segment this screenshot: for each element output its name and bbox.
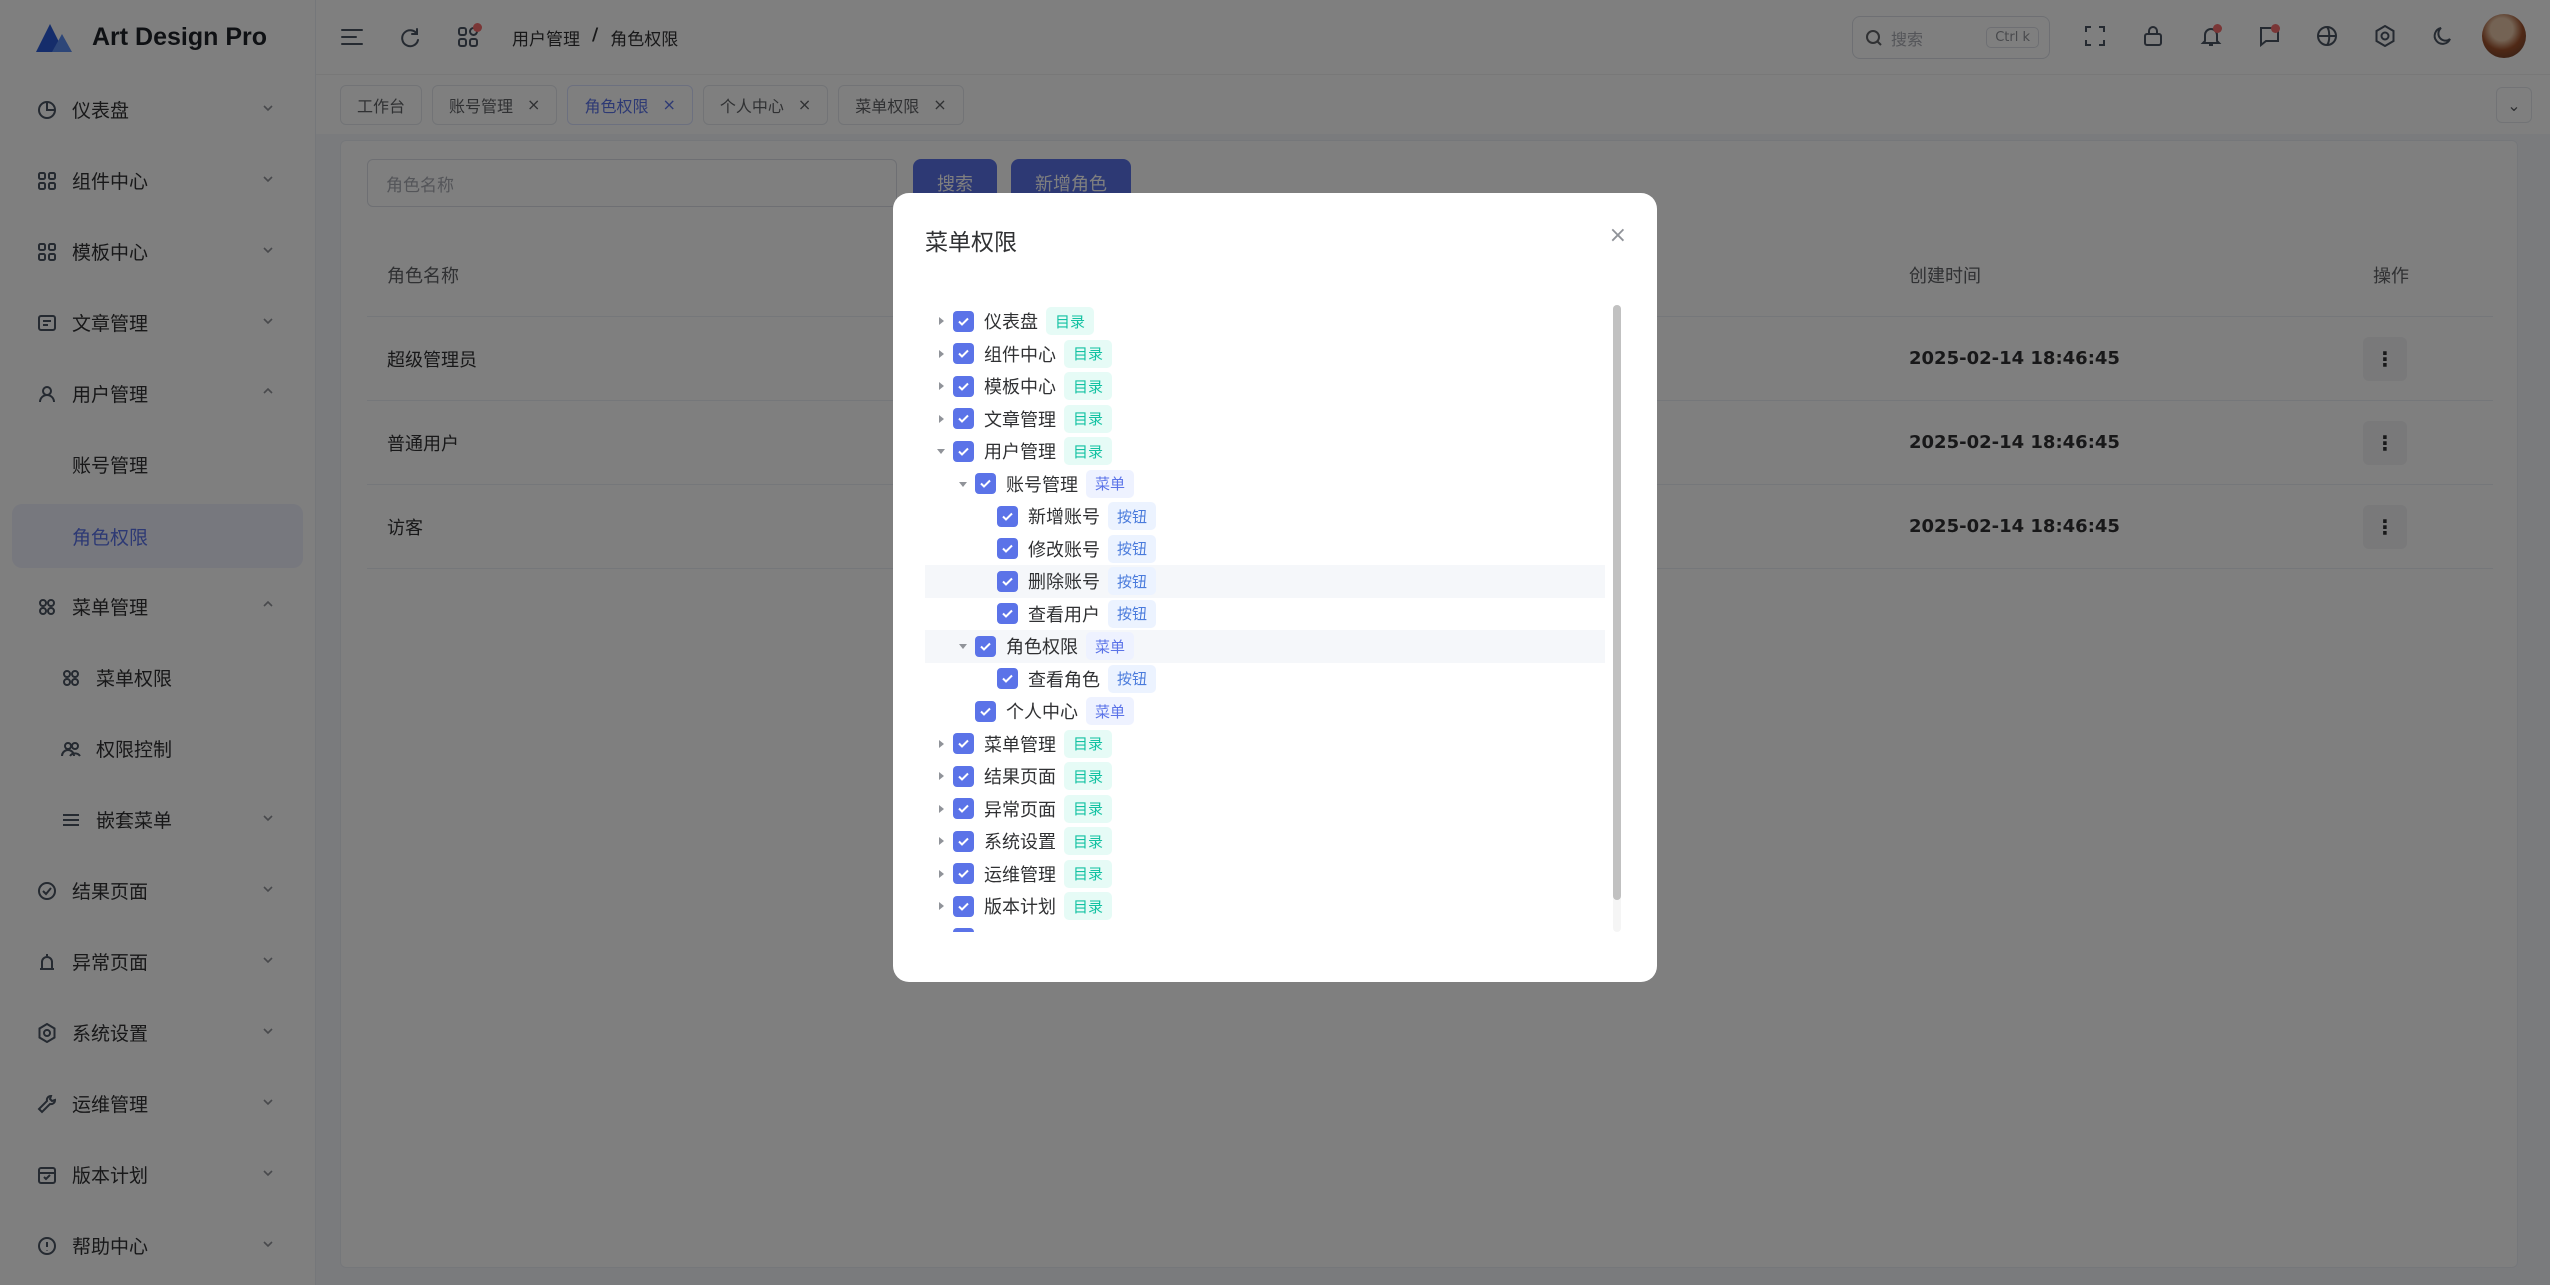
checkbox-checked[interactable] xyxy=(953,895,974,917)
tree-node[interactable]: 运维管理 目录 xyxy=(925,858,1605,891)
node-type-tag: 按钮 xyxy=(1108,534,1157,563)
node-type-tag: 菜单 xyxy=(1086,632,1135,661)
tree-node-label: 系统设置 xyxy=(984,832,1056,854)
tree-node-partial xyxy=(925,923,1605,932)
checkbox-checked[interactable] xyxy=(997,668,1018,690)
tree-node[interactable]: 账号管理 菜单 xyxy=(925,468,1605,501)
caret-right-icon[interactable] xyxy=(933,901,949,911)
checkbox-checked[interactable] xyxy=(953,408,974,430)
tree-node[interactable]: 文章管理 目录 xyxy=(925,403,1605,436)
node-type-tag: 目录 xyxy=(1064,404,1113,433)
caret-right-icon[interactable] xyxy=(933,869,949,879)
checkbox-checked[interactable] xyxy=(975,700,996,722)
tree-node[interactable]: 模板中心 目录 xyxy=(925,370,1605,403)
tree-node[interactable]: 角色权限 菜单 xyxy=(925,630,1605,663)
checkbox-checked[interactable] xyxy=(953,798,974,820)
checkbox-checked[interactable] xyxy=(975,473,996,495)
tree-node-label: 模板中心 xyxy=(984,377,1056,399)
node-type-tag: 目录 xyxy=(1064,437,1113,466)
tree-node[interactable]: 系统设置 目录 xyxy=(925,825,1605,858)
checkbox-checked[interactable] xyxy=(997,505,1018,527)
caret-right-icon[interactable] xyxy=(933,804,949,814)
checkbox-checked[interactable] xyxy=(953,830,974,852)
tree-node[interactable]: 查看用户 按钮 xyxy=(925,598,1605,631)
tree-node-label: 结果页面 xyxy=(984,767,1056,789)
tree-node-label: 菜单管理 xyxy=(984,734,1056,756)
close-icon[interactable]: × xyxy=(1609,223,1627,248)
node-type-tag: 目录 xyxy=(1064,762,1113,791)
tree-node-label: 个人中心 xyxy=(1006,702,1078,724)
tree-node-label: 仪表盘 xyxy=(984,312,1038,334)
tree-node[interactable]: 仪表盘 目录 xyxy=(925,305,1605,338)
node-type-tag: 按钮 xyxy=(1108,599,1157,628)
checkbox-checked[interactable] xyxy=(953,863,974,885)
node-type-tag: 按钮 xyxy=(1108,502,1157,531)
checkbox-checked[interactable] xyxy=(953,765,974,787)
tree-node[interactable]: 个人中心 菜单 xyxy=(925,695,1605,728)
node-type-tag: 目录 xyxy=(1046,307,1095,336)
caret-right-icon[interactable] xyxy=(933,349,949,359)
caret-down-icon[interactable] xyxy=(933,446,949,456)
tree-node-label: 异常页面 xyxy=(984,799,1056,821)
caret-right-icon[interactable] xyxy=(933,771,949,781)
caret-right-icon[interactable] xyxy=(933,836,949,846)
caret-right-icon[interactable] xyxy=(933,316,949,326)
checkbox-checked[interactable] xyxy=(953,375,974,397)
tree-node-label: 版本计划 xyxy=(984,897,1056,919)
tree-node[interactable]: 组件中心 目录 xyxy=(925,338,1605,371)
tree-node[interactable]: 异常页面 目录 xyxy=(925,793,1605,826)
tree-node[interactable]: 用户管理 目录 xyxy=(925,435,1605,468)
node-type-tag: 目录 xyxy=(1064,892,1113,921)
node-type-tag: 目录 xyxy=(1064,372,1113,401)
caret-down-icon[interactable] xyxy=(955,479,971,489)
node-type-tag: 目录 xyxy=(1064,827,1113,856)
node-type-tag: 目录 xyxy=(1064,339,1113,368)
tree-node[interactable]: 修改账号 按钮 xyxy=(925,533,1605,566)
tree-node[interactable]: 版本计划 目录 xyxy=(925,890,1605,923)
checkbox-checked xyxy=(953,928,974,932)
tree-node[interactable]: 删除账号 按钮 xyxy=(925,565,1605,598)
checkbox-checked[interactable] xyxy=(997,603,1018,625)
checkbox-checked[interactable] xyxy=(997,538,1018,560)
permission-tree: 仪表盘 目录 组件中心 目录 模板中心 目录 文章管理 目录 用户管理 目录 账号管理 菜单 新增账号按… xyxy=(925,305,1605,932)
node-type-tag: 目录 xyxy=(1064,729,1113,758)
checkbox-checked[interactable] xyxy=(997,570,1018,592)
checkbox-checked[interactable] xyxy=(953,733,974,755)
tree-node[interactable]: 结果页面 目录 xyxy=(925,760,1605,793)
tree-node[interactable]: 新增账号 按钮 xyxy=(925,500,1605,533)
checkbox-checked[interactable] xyxy=(953,440,974,462)
caret-right-icon[interactable] xyxy=(933,739,949,749)
node-type-tag: 目录 xyxy=(1064,794,1113,823)
tree-node-label: 组件中心 xyxy=(984,344,1056,366)
tree-node-label: 新增账号 xyxy=(1028,507,1100,529)
node-type-tag: 菜单 xyxy=(1086,697,1135,726)
checkbox-checked[interactable] xyxy=(975,635,996,657)
tree-node-label: 文章管理 xyxy=(984,409,1056,431)
caret-down-icon[interactable] xyxy=(955,641,971,651)
checkbox-checked[interactable] xyxy=(953,343,974,365)
tree-node-label: 删除账号 xyxy=(1028,572,1100,594)
tree-node-label: 查看用户 xyxy=(1028,604,1100,626)
tree-node[interactable]: 查看角色 按钮 xyxy=(925,663,1605,696)
scrollbar-thumb[interactable] xyxy=(1613,305,1621,900)
caret-right-icon[interactable] xyxy=(933,414,949,424)
tree-node-label: 运维管理 xyxy=(984,864,1056,886)
tree-node-label: 账号管理 xyxy=(1006,474,1078,496)
caret-right-icon[interactable] xyxy=(933,381,949,391)
node-type-tag: 菜单 xyxy=(1086,469,1135,498)
node-type-tag: 目录 xyxy=(1064,859,1113,888)
menu-permission-dialog: 菜单权限 × 仪表盘 目录 组件中心 目录 模板中心 目录 文章管理 目录 用户管理 目录 账号管理… xyxy=(893,193,1657,982)
node-type-tag: 按钮 xyxy=(1108,664,1157,693)
checkbox-checked[interactable] xyxy=(953,310,974,332)
tree-node-label: 角色权限 xyxy=(1006,637,1078,659)
tree-node-label: 用户管理 xyxy=(984,442,1056,464)
dialog-title: 菜单权限 xyxy=(925,230,1017,256)
tree-node[interactable]: 菜单管理 目录 xyxy=(925,728,1605,761)
node-type-tag: 按钮 xyxy=(1108,567,1157,596)
tree-node-label: 修改账号 xyxy=(1028,539,1100,561)
tree-node-label: 查看角色 xyxy=(1028,669,1100,691)
